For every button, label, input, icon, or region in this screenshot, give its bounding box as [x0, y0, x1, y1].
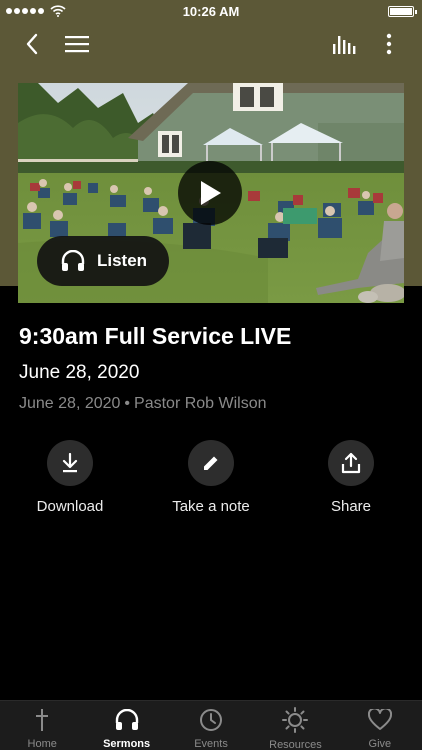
pencil-icon — [204, 456, 218, 470]
tab-home-label: Home — [27, 738, 57, 750]
tab-events[interactable]: Events — [169, 701, 253, 750]
audio-button[interactable] — [331, 30, 359, 58]
download-label: Download — [36, 498, 104, 515]
headphones-icon — [61, 250, 85, 271]
audio-bars-icon — [333, 36, 356, 54]
tab-home[interactable]: Home — [0, 701, 84, 750]
tab-bar: Home Sermons Events Resources Give — [0, 700, 422, 750]
sermon-meta: June 28, 2020 • Pastor Rob Wilson — [19, 395, 267, 413]
speaker-name: Pastor Rob Wilson — [134, 395, 267, 412]
download-action[interactable]: Download — [0, 440, 140, 515]
heart-icon — [367, 708, 392, 730]
sun-icon — [282, 707, 309, 733]
tab-sermons[interactable]: Sermons — [84, 701, 168, 750]
headphones-icon — [115, 708, 138, 730]
back-button[interactable] — [18, 30, 46, 58]
clock-icon — [200, 708, 223, 731]
battery-icon — [388, 6, 417, 17]
more-vertical-icon — [386, 33, 392, 55]
meta-separator: • — [124, 395, 131, 412]
navigation-bar — [0, 22, 422, 66]
meta-date: June 28, 2020 — [19, 395, 121, 412]
listen-button[interactable]: Listen — [37, 236, 169, 286]
sermon-date: June 28, 2020 — [19, 362, 140, 383]
share-label: Share — [330, 498, 372, 515]
hamburger-menu-icon — [65, 36, 89, 53]
tab-give-label: Give — [368, 738, 392, 750]
sermon-title: 9:30am Full Service LIVE — [19, 323, 292, 349]
play-button[interactable] — [178, 161, 242, 225]
more-options-button[interactable] — [375, 30, 403, 58]
chevron-left-icon — [26, 33, 38, 55]
cross-icon — [36, 708, 49, 731]
take-note-label: Take a note — [172, 498, 250, 515]
sermon-media[interactable]: Listen — [18, 83, 404, 303]
tab-resources-label: Resources — [269, 739, 322, 750]
share-button[interactable] — [328, 440, 374, 486]
tab-sermons-label: Sermons — [103, 738, 151, 750]
take-note-button[interactable] — [188, 440, 234, 486]
download-button[interactable] — [47, 440, 93, 486]
menu-button[interactable] — [63, 30, 91, 58]
status-time: 10:26 AM — [182, 4, 240, 19]
share-action[interactable]: Share — [281, 440, 421, 515]
listen-label: Listen — [97, 251, 148, 270]
note-action[interactable]: Take a note — [141, 440, 281, 515]
share-icon — [341, 452, 361, 474]
tab-events-label: Events — [194, 738, 228, 750]
download-icon — [62, 453, 78, 473]
tab-give[interactable]: Give — [338, 701, 422, 750]
play-icon — [201, 181, 221, 205]
tab-resources[interactable]: Resources — [253, 701, 337, 750]
status-bar: 10:26 AM — [0, 0, 422, 22]
